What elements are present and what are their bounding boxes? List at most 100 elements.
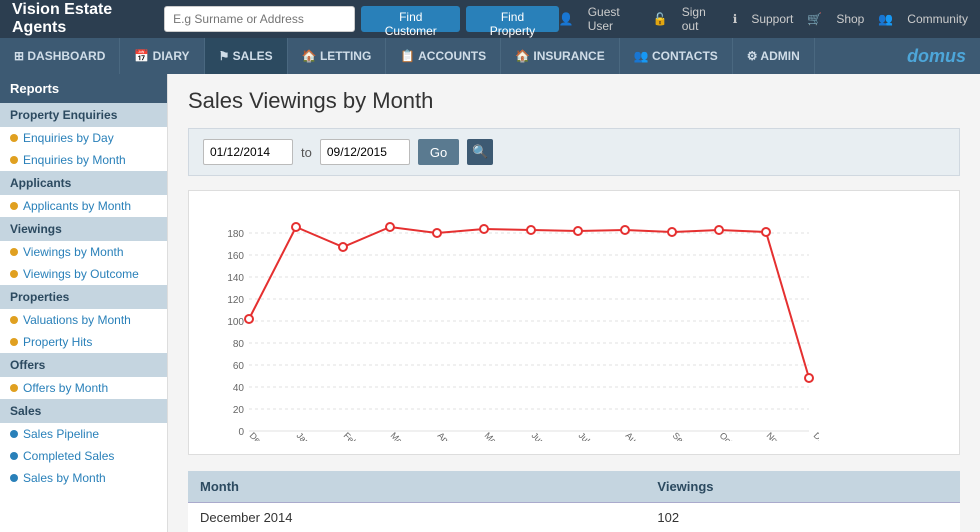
sidebar-item-enquiries-month[interactable]: Enquiries by Month xyxy=(0,149,167,171)
svg-text:40: 40 xyxy=(233,383,245,394)
sidebar-item-offers-month[interactable]: Offers by Month xyxy=(0,377,167,399)
cell-viewings: 102 xyxy=(645,503,960,532)
sidebar-label: Property Hits xyxy=(23,335,92,349)
sidebar-item-enquiries-day[interactable]: Enquiries by Day xyxy=(0,127,167,149)
sidebar-item-valuations-month[interactable]: Valuations by Month xyxy=(0,309,167,331)
svg-text:December 2014: December 2014 xyxy=(248,430,300,441)
sidebar-label: Enquiries by Month xyxy=(23,153,126,167)
find-customer-button[interactable]: Find Customer xyxy=(361,6,460,32)
search-button[interactable]: 🔍 xyxy=(467,139,493,165)
support-link[interactable]: Support xyxy=(751,12,793,26)
top-bar: Vision Estate Agents Find Customer Find … xyxy=(0,0,980,38)
sidebar-sub-sales: Sales xyxy=(0,399,167,423)
shop-link[interactable]: Shop xyxy=(836,12,864,26)
find-property-button[interactable]: Find Property xyxy=(466,6,559,32)
svg-text:0: 0 xyxy=(238,427,244,438)
dot-icon xyxy=(10,338,18,346)
dot-icon xyxy=(10,248,18,256)
page-title: Sales Viewings by Month xyxy=(188,88,960,114)
date-to-input[interactable] xyxy=(320,139,410,165)
data-point xyxy=(574,227,582,235)
svg-text:140: 140 xyxy=(227,273,244,284)
data-point xyxy=(805,374,813,382)
svg-text:May 2015: May 2015 xyxy=(483,430,518,441)
table-body: December 2014 102 January 2015 186 Febru… xyxy=(188,503,960,532)
sidebar-sub-viewings: Viewings xyxy=(0,217,167,241)
search-input[interactable] xyxy=(164,6,355,32)
svg-text:180: 180 xyxy=(227,229,244,240)
sidebar-label: Viewings by Outcome xyxy=(23,267,139,281)
dot-icon xyxy=(10,474,18,482)
sidebar-item-completed-sales[interactable]: Completed Sales xyxy=(0,445,167,467)
sidebar-label: Valuations by Month xyxy=(23,313,131,327)
dot-icon xyxy=(10,270,18,278)
nav-letting[interactable]: 🏠 LETTING xyxy=(288,38,387,74)
sidebar-label: Offers by Month xyxy=(23,381,108,395)
cell-month: December 2014 xyxy=(188,503,645,532)
shop-icon: 🛒 xyxy=(807,12,822,26)
data-point xyxy=(668,228,676,236)
sidebar-item-sales-pipeline[interactable]: Sales Pipeline xyxy=(0,423,167,445)
dot-icon xyxy=(10,430,18,438)
svg-text:April 2015: April 2015 xyxy=(436,430,472,441)
svg-text:July 2015: July 2015 xyxy=(577,430,611,441)
sidebar-label: Applicants by Month xyxy=(23,199,131,213)
svg-text:60: 60 xyxy=(233,361,245,372)
main-layout: Reports Property Enquiries Enquiries by … xyxy=(0,74,980,532)
go-button[interactable]: Go xyxy=(418,139,459,165)
data-point xyxy=(762,228,770,236)
community-link[interactable]: Community xyxy=(907,12,968,26)
col-header-viewings: Viewings xyxy=(645,471,960,503)
signout-icon: 🔓 xyxy=(653,12,668,26)
sidebar-sub-applicants: Applicants xyxy=(0,171,167,195)
sidebar-item-property-hits[interactable]: Property Hits xyxy=(0,331,167,353)
top-right-menu: 👤 Guest User 🔓 Sign out ℹ Support 🛒 Shop… xyxy=(559,5,968,33)
sidebar-main-header: Reports xyxy=(0,74,167,103)
dot-icon xyxy=(10,156,18,164)
sidebar-item-viewings-month[interactable]: Viewings by Month xyxy=(0,241,167,263)
nav-admin[interactable]: ⚙ ADMIN xyxy=(733,38,815,74)
svg-text:October 2015: October 2015 xyxy=(718,430,764,441)
viewings-chart: 0 20 40 60 80 100 120 140 160 180 Decemb… xyxy=(199,201,819,441)
dot-icon xyxy=(10,134,18,142)
nav-accounts[interactable]: 📋 ACCOUNTS xyxy=(386,38,501,74)
app-title: Vision Estate Agents xyxy=(12,1,164,37)
sidebar-label: Completed Sales xyxy=(23,449,114,463)
sidebar-sub-property-enquiries: Property Enquiries xyxy=(0,103,167,127)
date-from-input[interactable] xyxy=(203,139,293,165)
table-row: December 2014 102 xyxy=(188,503,960,532)
nav-insurance[interactable]: 🏠 INSURANCE xyxy=(501,38,620,74)
dot-icon xyxy=(10,202,18,210)
svg-text:December 2015: December 2015 xyxy=(812,430,819,441)
svg-text:160: 160 xyxy=(227,251,244,262)
nav-contacts[interactable]: 👥 CONTACTS xyxy=(620,38,733,74)
data-point xyxy=(339,243,347,251)
nav-sales[interactable]: ⚑ SALES xyxy=(205,38,288,74)
community-icon: 👥 xyxy=(878,12,893,26)
col-header-month: Month xyxy=(188,471,645,503)
sidebar-item-sales-month[interactable]: Sales by Month xyxy=(0,467,167,489)
sidebar-label: Enquiries by Day xyxy=(23,131,114,145)
svg-text:120: 120 xyxy=(227,295,244,306)
chart-container: 0 20 40 60 80 100 120 140 160 180 Decemb… xyxy=(188,190,960,455)
data-point xyxy=(480,225,488,233)
svg-text:March 2015: March 2015 xyxy=(389,430,430,441)
data-point xyxy=(245,315,253,323)
svg-text:September 2015: September 2015 xyxy=(671,430,725,441)
dot-icon xyxy=(10,316,18,324)
nav-dashboard[interactable]: ⊞ DASHBOARD xyxy=(0,38,120,74)
svg-text:100: 100 xyxy=(227,317,244,328)
svg-text:20: 20 xyxy=(233,405,245,416)
sidebar-sub-properties: Properties xyxy=(0,285,167,309)
nav-diary[interactable]: 📅 DIARY xyxy=(120,38,204,74)
sidebar-item-viewings-outcome[interactable]: Viewings by Outcome xyxy=(0,263,167,285)
date-to-label: to xyxy=(301,145,312,160)
date-filter: to Go 🔍 xyxy=(188,128,960,176)
sidebar-item-applicants-month[interactable]: Applicants by Month xyxy=(0,195,167,217)
sidebar-label: Sales Pipeline xyxy=(23,427,99,441)
user-label: Guest User xyxy=(588,5,639,33)
sidebar-sub-offers: Offers xyxy=(0,353,167,377)
chart-line xyxy=(249,227,809,378)
signout-link[interactable]: Sign out xyxy=(682,5,719,33)
user-icon: 👤 xyxy=(559,12,574,26)
